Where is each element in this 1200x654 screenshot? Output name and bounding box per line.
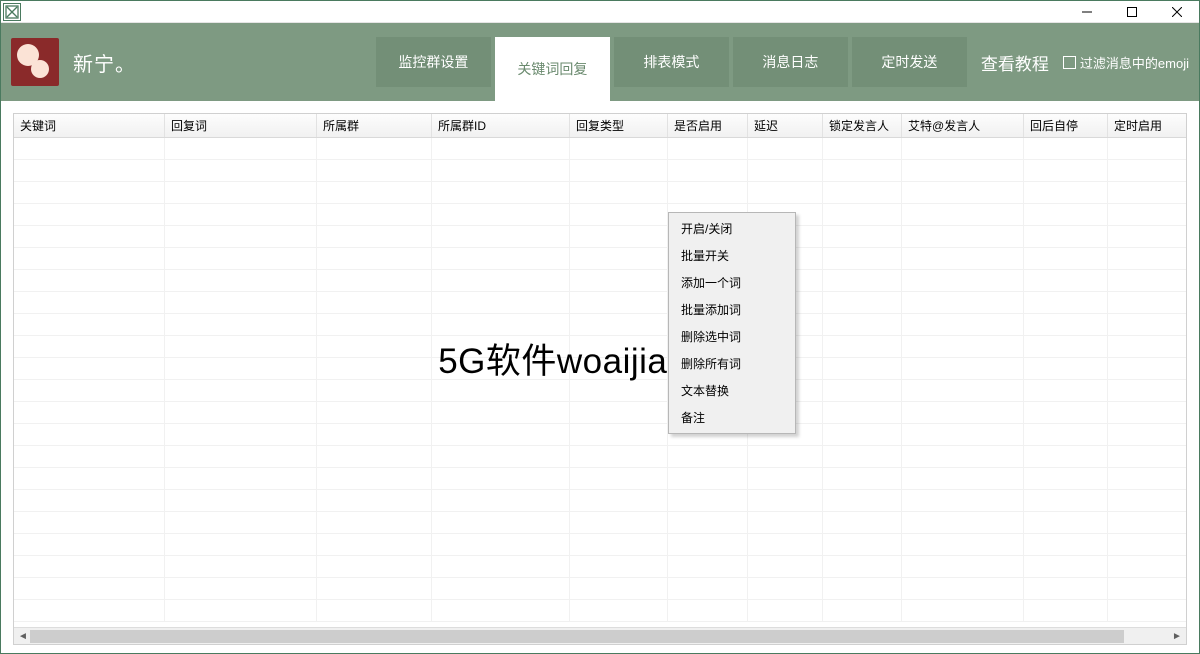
menu-toggle-enable[interactable]: 开启/关闭 — [671, 215, 793, 242]
filter-emoji-checkbox[interactable]: 过滤消息中的emoji — [1063, 53, 1189, 72]
column-header-enabled[interactable]: 是否启用 — [668, 114, 748, 137]
tab-label: 排表模式 — [643, 52, 699, 72]
menu-add-word[interactable]: 添加一个词 — [671, 269, 793, 296]
app-icon — [3, 3, 21, 21]
header: 新宁。 监控群设置 关键词回复 排表模式 消息日志 定时发送 查看教程 过滤消息… — [1, 23, 1199, 101]
scroll-track[interactable] — [30, 630, 1170, 643]
column-header-timed-enable[interactable]: 定时启用 — [1108, 114, 1186, 137]
column-header-at-sender[interactable]: 艾特@发言人 — [902, 114, 1024, 137]
titlebar — [1, 1, 1199, 23]
tab-scheduled-send[interactable]: 定时发送 — [852, 37, 967, 87]
maximize-button[interactable] — [1109, 1, 1154, 22]
menu-text-replace[interactable]: 文本替换 — [671, 377, 793, 404]
menu-batch-toggle[interactable]: 批量开关 — [671, 242, 793, 269]
menu-batch-add[interactable]: 批量添加词 — [671, 296, 793, 323]
column-header-lock-sender[interactable]: 锁定发言人 — [823, 114, 902, 137]
avatar — [11, 38, 59, 86]
tab-schedule-mode[interactable]: 排表模式 — [614, 37, 729, 87]
column-header-group-id[interactable]: 所属群ID — [432, 114, 570, 137]
scroll-right-arrow[interactable]: ► — [1170, 630, 1184, 643]
view-tutorial-button[interactable]: 查看教程 — [981, 50, 1049, 75]
column-header-reply[interactable]: 回复词 — [165, 114, 317, 137]
tab-message-log[interactable]: 消息日志 — [733, 37, 848, 87]
titlebar-left — [1, 3, 21, 21]
grid-header: 关键词 回复词 所属群 所属群ID 回复类型 是否启用 延迟 锁定发言人 艾特@… — [14, 114, 1186, 138]
close-button[interactable] — [1154, 1, 1199, 22]
minimize-button[interactable] — [1064, 1, 1109, 22]
menu-delete-selected[interactable]: 删除选中词 — [671, 323, 793, 350]
data-grid[interactable]: 关键词 回复词 所属群 所属群ID 回复类型 是否启用 延迟 锁定发言人 艾特@… — [13, 113, 1187, 645]
tab-label: 关键词回复 — [517, 59, 587, 79]
scroll-thumb[interactable] — [30, 630, 1124, 643]
menu-delete-all[interactable]: 删除所有词 — [671, 350, 793, 377]
tab-label: 监控群设置 — [398, 52, 468, 72]
tab-keyword-reply[interactable]: 关键词回复 — [495, 37, 610, 101]
scroll-left-arrow[interactable]: ◄ — [16, 630, 30, 643]
tab-monitor-group-settings[interactable]: 监控群设置 — [376, 37, 491, 87]
context-menu: 开启/关闭 批量开关 添加一个词 批量添加词 删除选中词 删除所有词 文本替换 … — [668, 212, 796, 434]
tabs: 监控群设置 关键词回复 排表模式 消息日志 定时发送 — [376, 23, 971, 101]
app-title: 新宁。 — [73, 48, 136, 77]
horizontal-scrollbar[interactable]: ◄ ► — [14, 627, 1186, 644]
column-header-group[interactable]: 所属群 — [317, 114, 432, 137]
grid-body[interactable] — [14, 138, 1186, 627]
tab-label: 消息日志 — [762, 52, 818, 72]
filter-emoji-label: 过滤消息中的emoji — [1080, 53, 1189, 72]
app-window: 新宁。 监控群设置 关键词回复 排表模式 消息日志 定时发送 查看教程 过滤消息… — [0, 0, 1200, 654]
column-header-delay[interactable]: 延迟 — [748, 114, 823, 137]
window-controls — [1064, 1, 1199, 22]
column-header-reply-type[interactable]: 回复类型 — [570, 114, 668, 137]
content: 关键词 回复词 所属群 所属群ID 回复类型 是否启用 延迟 锁定发言人 艾特@… — [1, 101, 1199, 653]
header-right-tools: 查看教程 过滤消息中的emoji — [981, 50, 1189, 75]
menu-remark[interactable]: 备注 — [671, 404, 793, 431]
checkbox-box — [1063, 56, 1076, 69]
tab-label: 定时发送 — [881, 52, 937, 72]
column-header-auto-stop[interactable]: 回后自停 — [1024, 114, 1108, 137]
column-header-keyword[interactable]: 关键词 — [14, 114, 165, 137]
